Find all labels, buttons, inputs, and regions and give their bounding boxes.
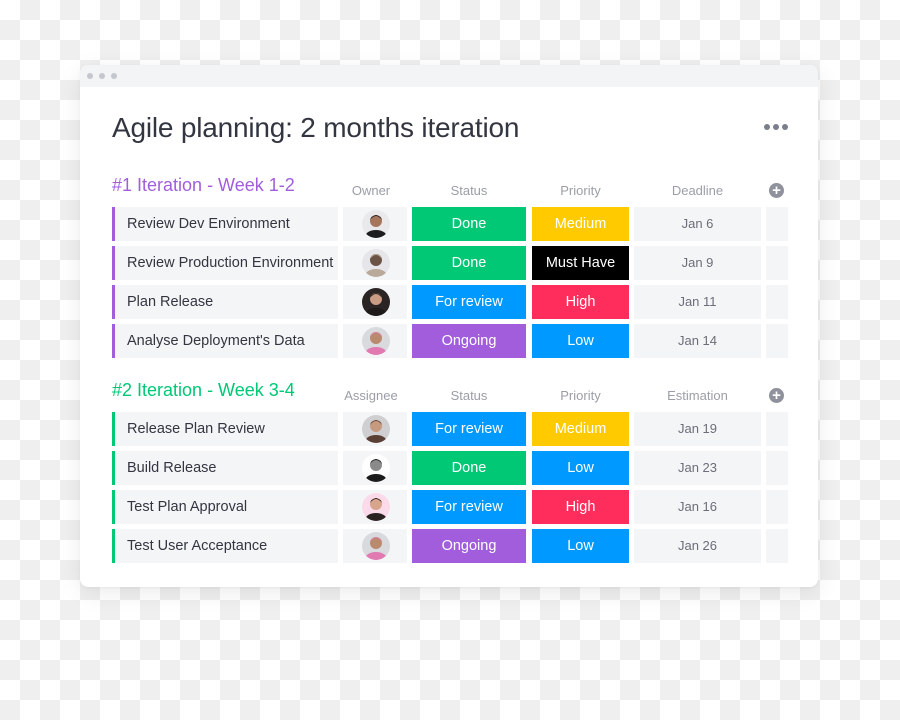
person-cell[interactable]	[343, 490, 407, 524]
task-row[interactable]: Analyse Deployment's Data Ongoing Low Ja…	[112, 324, 788, 358]
column-header-status[interactable]: Status	[412, 183, 526, 198]
window-titlebar	[80, 65, 818, 87]
avatar	[362, 210, 390, 238]
column-header-assignee[interactable]: Assignee	[342, 388, 400, 403]
plus-circle-icon: +	[772, 182, 781, 199]
more-horizontal-icon	[773, 124, 779, 130]
window-dot-icon	[99, 73, 105, 79]
add-column-button[interactable]: +	[769, 388, 784, 403]
person-icon	[365, 332, 387, 355]
task-row[interactable]: Build Release Done Low Jan 23	[112, 451, 788, 485]
person-cell[interactable]	[343, 451, 407, 485]
task-row[interactable]: Test Plan Approval For review High Jan 1…	[112, 490, 788, 524]
avatar	[362, 493, 390, 521]
person-icon	[365, 254, 387, 277]
person-cell[interactable]	[343, 529, 407, 563]
column-header-priority[interactable]: Priority	[532, 183, 629, 198]
status-badge[interactable]: Done	[412, 246, 526, 280]
priority-badge[interactable]: Low	[532, 324, 629, 358]
person-cell[interactable]	[343, 412, 407, 446]
person-icon	[365, 215, 387, 238]
date-cell[interactable]: Jan 16	[634, 490, 761, 524]
priority-badge[interactable]: Medium	[532, 207, 629, 241]
empty-cell[interactable]	[766, 285, 788, 319]
status-badge[interactable]: Ongoing	[412, 529, 526, 563]
status-badge[interactable]: Done	[412, 451, 526, 485]
more-horizontal-icon	[764, 124, 770, 130]
status-badge[interactable]: For review	[412, 412, 526, 446]
date-cell[interactable]: Jan 9	[634, 246, 761, 280]
empty-cell[interactable]	[766, 207, 788, 241]
empty-cell[interactable]	[766, 412, 788, 446]
task-name[interactable]: Review Production Environment	[112, 246, 338, 280]
task-name[interactable]: Review Dev Environment	[112, 207, 338, 241]
add-column-button[interactable]: +	[769, 183, 784, 198]
avatar	[362, 249, 390, 277]
column-header-priority[interactable]: Priority	[532, 388, 629, 403]
window-dot-icon	[111, 73, 117, 79]
task-name[interactable]: Test User Acceptance	[112, 529, 338, 563]
priority-badge[interactable]: Low	[532, 529, 629, 563]
status-badge[interactable]: Done	[412, 207, 526, 241]
task-row[interactable]: Test User Acceptance Ongoing Low Jan 26	[112, 529, 788, 563]
task-row[interactable]: Plan Release For review High Jan 11	[112, 285, 788, 319]
person-icon	[365, 459, 387, 482]
empty-cell[interactable]	[766, 246, 788, 280]
person-icon	[365, 420, 387, 443]
person-icon	[365, 537, 387, 560]
task-name[interactable]: Plan Release	[112, 285, 338, 319]
more-horizontal-icon	[782, 124, 788, 130]
group-title[interactable]: #1 Iteration - Week 1-2	[112, 175, 295, 196]
priority-badge[interactable]: Medium	[532, 412, 629, 446]
priority-badge[interactable]: Must Have	[532, 246, 629, 280]
board-card: Agile planning: 2 months iteration #1 It…	[80, 65, 818, 587]
date-cell[interactable]: Jan 6	[634, 207, 761, 241]
task-name[interactable]: Analyse Deployment's Data	[112, 324, 338, 358]
task-name[interactable]: Release Plan Review	[112, 412, 338, 446]
avatar	[362, 415, 390, 443]
empty-cell[interactable]	[766, 490, 788, 524]
group-title[interactable]: #2 Iteration - Week 3-4	[112, 380, 295, 401]
priority-badge[interactable]: High	[532, 285, 629, 319]
priority-badge[interactable]: Low	[532, 451, 629, 485]
date-cell[interactable]: Jan 23	[634, 451, 761, 485]
person-cell[interactable]	[343, 285, 407, 319]
avatar	[362, 454, 390, 482]
plus-circle-icon: +	[772, 387, 781, 404]
person-cell[interactable]	[343, 246, 407, 280]
date-cell[interactable]: Jan 11	[634, 285, 761, 319]
task-row[interactable]: Release Plan Review For review Medium Ja…	[112, 412, 788, 446]
column-header-owner[interactable]: Owner	[342, 183, 400, 198]
priority-badge[interactable]: High	[532, 490, 629, 524]
date-cell[interactable]: Jan 26	[634, 529, 761, 563]
column-header-deadline[interactable]: Deadline	[634, 183, 761, 198]
status-badge[interactable]: For review	[412, 490, 526, 524]
empty-cell[interactable]	[766, 451, 788, 485]
avatar	[362, 327, 390, 355]
person-icon	[365, 498, 387, 521]
status-badge[interactable]: For review	[412, 285, 526, 319]
board-title: Agile planning: 2 months iteration	[112, 112, 520, 143]
task-name[interactable]: Test Plan Approval	[112, 490, 338, 524]
avatar	[362, 532, 390, 560]
empty-cell[interactable]	[766, 529, 788, 563]
avatar	[362, 288, 390, 316]
person-icon	[365, 293, 387, 316]
column-header-status[interactable]: Status	[412, 388, 526, 403]
more-options-button[interactable]	[764, 122, 788, 132]
status-badge[interactable]: Ongoing	[412, 324, 526, 358]
column-header-estimation[interactable]: Estimation	[634, 388, 761, 403]
task-row[interactable]: Review Production Environment Done Must …	[112, 246, 788, 280]
task-name[interactable]: Build Release	[112, 451, 338, 485]
date-cell[interactable]: Jan 19	[634, 412, 761, 446]
date-cell[interactable]: Jan 14	[634, 324, 761, 358]
window-dot-icon	[87, 73, 93, 79]
empty-cell[interactable]	[766, 324, 788, 358]
task-row[interactable]: Review Dev Environment Done Medium Jan 6	[112, 207, 788, 241]
person-cell[interactable]	[343, 324, 407, 358]
person-cell[interactable]	[343, 207, 407, 241]
